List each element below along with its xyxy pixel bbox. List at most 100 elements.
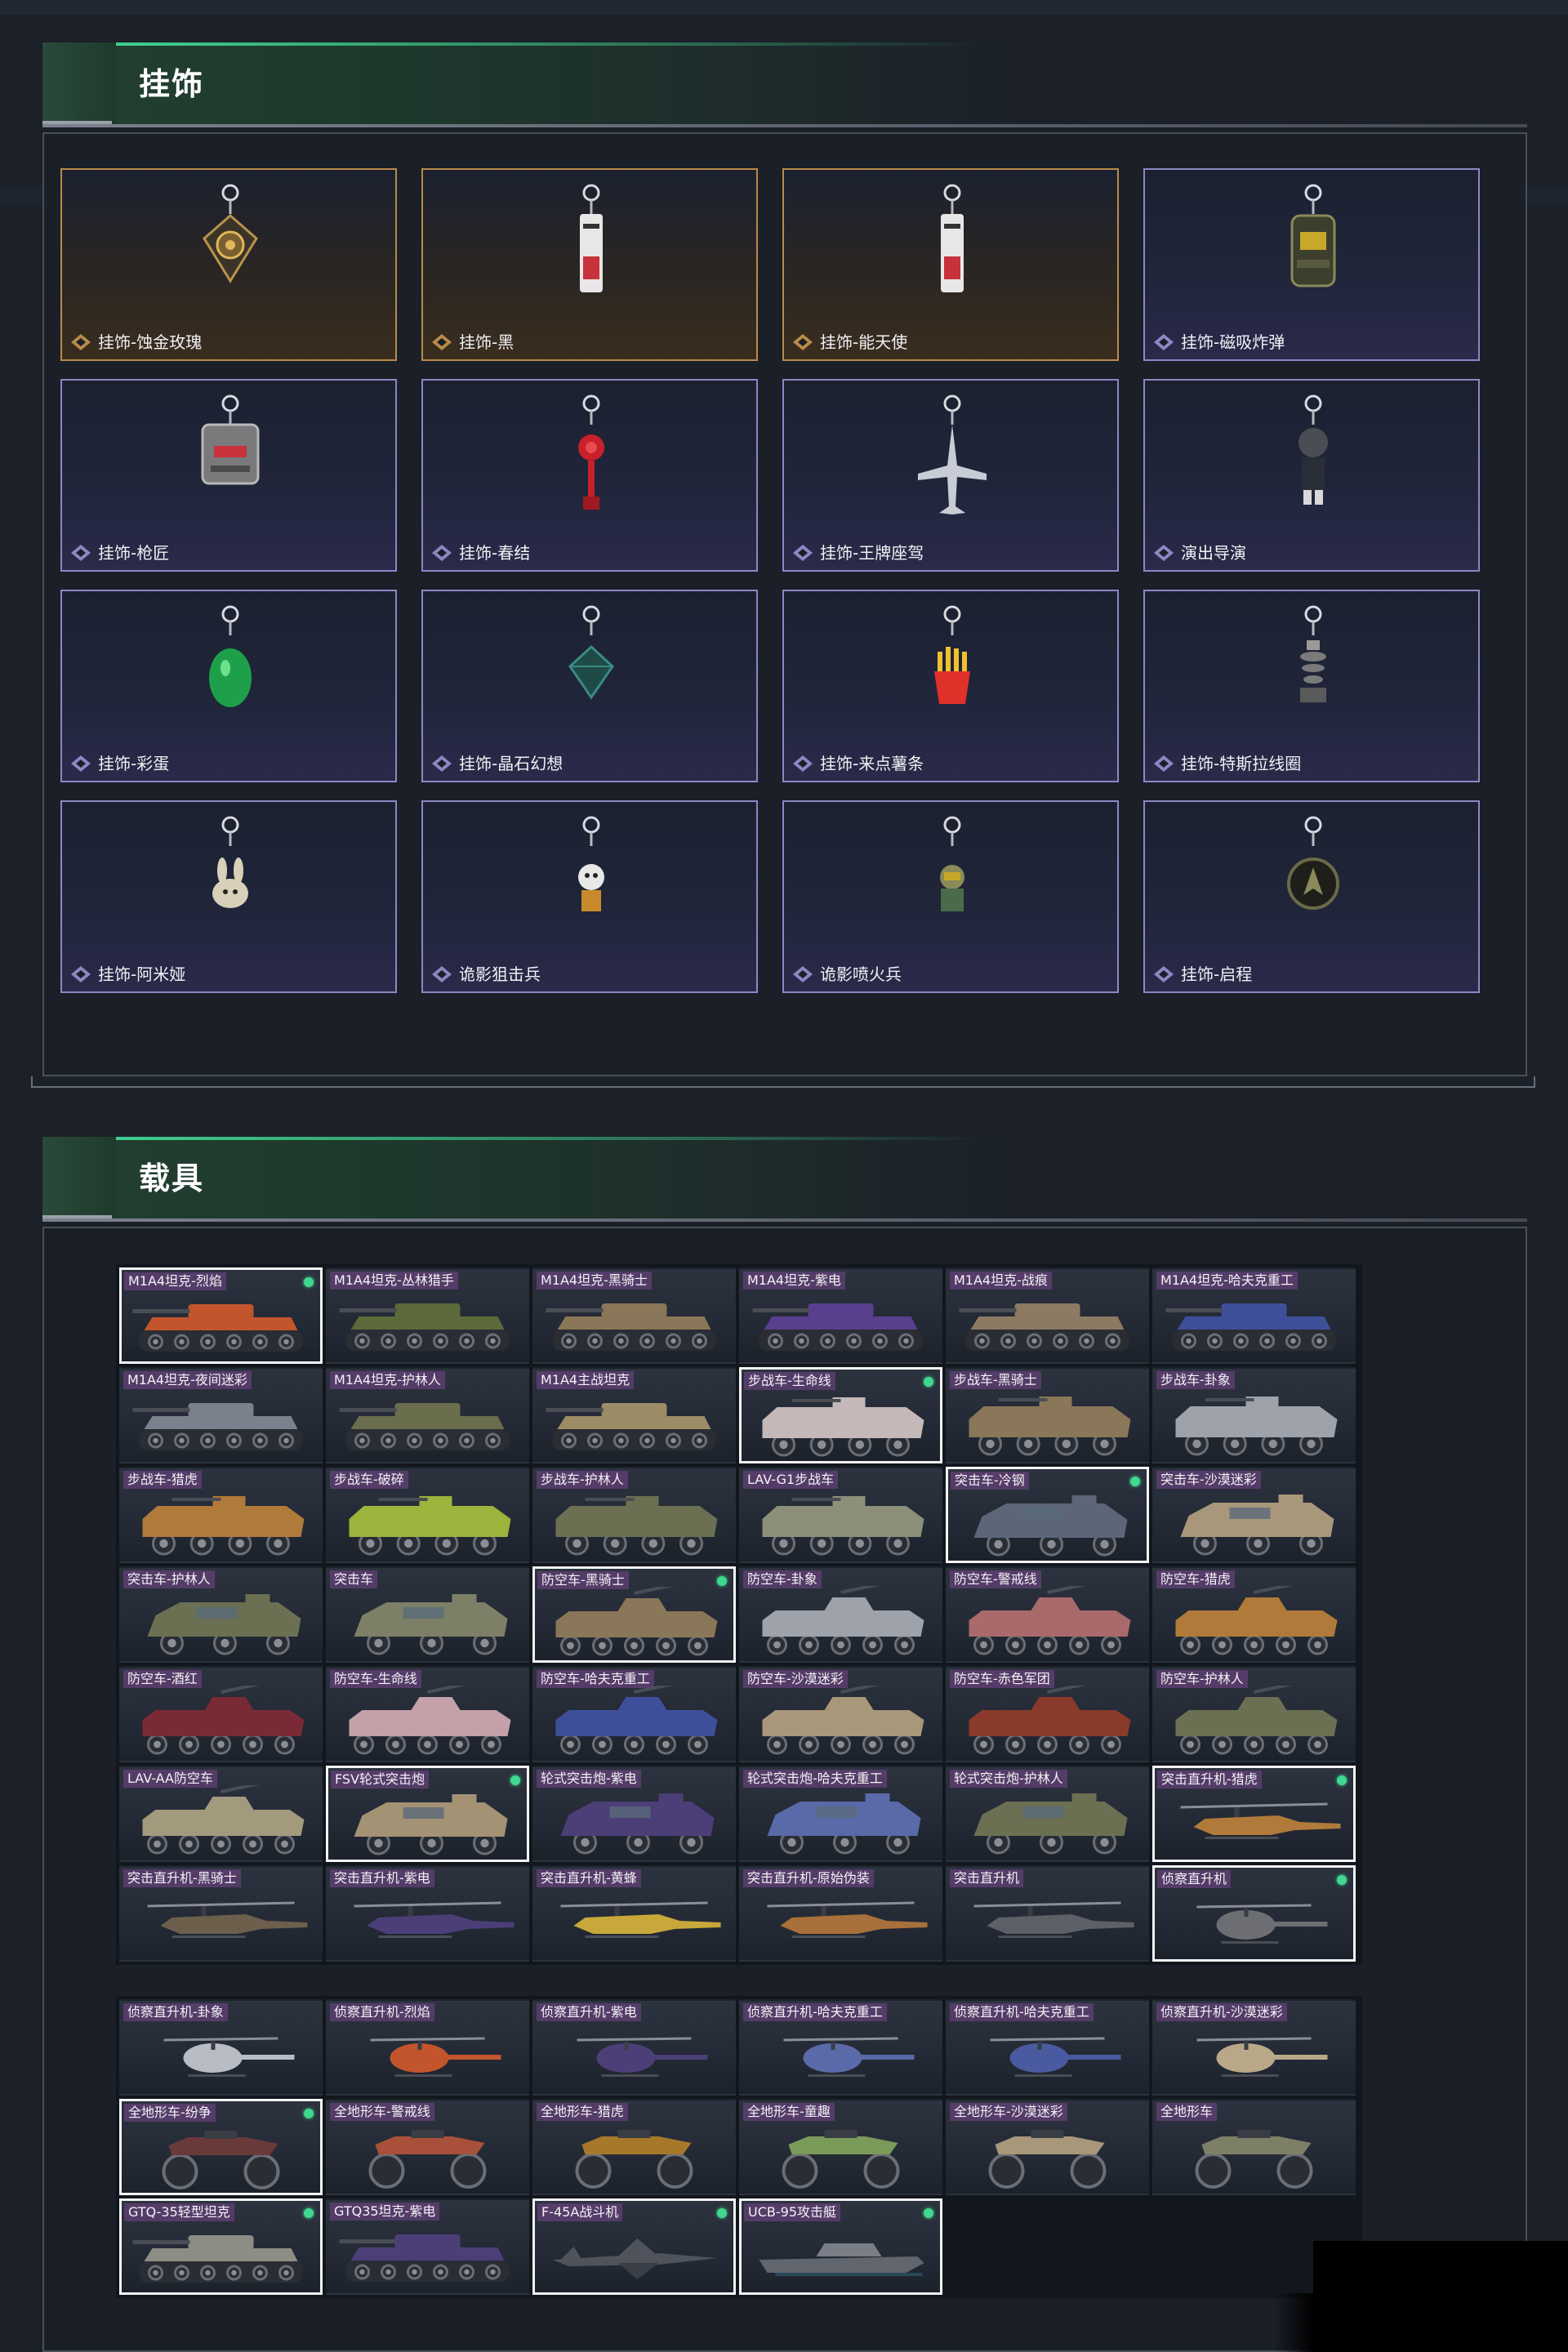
vehicle-card[interactable]: F-45A战斗机 bbox=[532, 2198, 736, 2295]
vehicle-card[interactable]: 步战车-生命线 bbox=[739, 1367, 942, 1463]
charm-card[interactable]: 挂饰-黑 bbox=[421, 168, 758, 361]
vehicle-card[interactable]: 侦察直升机 bbox=[1152, 1865, 1356, 1962]
vehicle-card[interactable]: M1A4坦克-烈焰 bbox=[119, 1267, 323, 1364]
bunny-charm-icon bbox=[212, 816, 248, 908]
charm-card[interactable]: 演出导演 bbox=[1143, 379, 1480, 572]
vehicle-card[interactable]: 侦察直升机-卦象 bbox=[119, 1999, 323, 2096]
vehicle-label: 轮式突击炮-紫电 bbox=[537, 1770, 641, 1788]
vehicle-card[interactable]: M1A4坦克-紫电 bbox=[739, 1267, 942, 1364]
vehicle-card[interactable]: 防空车-哈夫克重工 bbox=[532, 1666, 736, 1762]
vehicle-card[interactable]: M1A4坦克-黑骑士 bbox=[532, 1267, 736, 1364]
egg-charm-icon bbox=[209, 605, 252, 707]
vehicle-label: 突击直升机-原始伪装 bbox=[743, 1869, 874, 1887]
vehicle-card[interactable]: 突击直升机-原始伪装 bbox=[739, 1865, 942, 1962]
vehicle-label: 突击直升机-黑骑士 bbox=[123, 1869, 241, 1887]
vehicle-card[interactable]: 侦察直升机-紫电 bbox=[532, 1999, 736, 2096]
rarity-diamond-icon bbox=[432, 966, 452, 982]
vehicle-card[interactable]: 防空车-护林人 bbox=[1152, 1666, 1356, 1762]
vehicle-card[interactable]: M1A4坦克-夜间迷彩 bbox=[119, 1367, 323, 1463]
vehicle-card[interactable]: M1A4坦克-哈夫克重工 bbox=[1152, 1267, 1356, 1364]
vehicle-label: M1A4坦克-夜间迷彩 bbox=[123, 1371, 252, 1389]
charm-card[interactable]: 挂饰-彩蛋 bbox=[60, 590, 397, 782]
vehicle-card[interactable]: 步战车-卦象 bbox=[1152, 1367, 1356, 1463]
charm-card[interactable]: 挂饰-王牌座驾 bbox=[782, 379, 1119, 572]
vehicle-card[interactable]: 全地形车-沙漠迷彩 bbox=[946, 2099, 1149, 2195]
vehicle-label: M1A4坦克-护林人 bbox=[330, 1371, 445, 1389]
vehicle-card[interactable]: M1A4坦克-丛林猎手 bbox=[326, 1267, 529, 1364]
charm-card[interactable]: 挂饰-来点薯条 bbox=[782, 590, 1119, 782]
ifv-vehicle-icon bbox=[1175, 1396, 1338, 1456]
jet-vehicle-icon bbox=[552, 2238, 718, 2279]
atv-vehicle-icon bbox=[1195, 2130, 1313, 2189]
vehicle-card[interactable]: 防空车-生命线 bbox=[326, 1666, 529, 1762]
ifv-vehicle-icon bbox=[349, 1496, 511, 1556]
vehicle-card[interactable]: 步战车-猎虎 bbox=[119, 1467, 323, 1563]
vehicle-card[interactable]: 侦察直升机-烈焰 bbox=[326, 1999, 529, 2096]
vehicle-card[interactable]: 防空车-黑骑士 bbox=[532, 1566, 736, 1663]
charm-card[interactable]: 挂饰-特斯拉线圈 bbox=[1143, 590, 1480, 782]
vehicle-card[interactable]: 侦察直升机-哈夫克重工 bbox=[739, 1999, 942, 2096]
vehicle-card[interactable]: 突击车 bbox=[326, 1566, 529, 1663]
vehicle-card[interactable]: 侦察直升机-哈夫克重工 bbox=[946, 1999, 1149, 2096]
heli-vehicle-icon bbox=[147, 1901, 308, 1938]
vehicle-card[interactable]: 防空车-酒红 bbox=[119, 1666, 323, 1762]
vehicle-card[interactable]: FSV轮式突击炮 bbox=[326, 1766, 529, 1862]
vehicle-card[interactable]: 防空车-猎虎 bbox=[1152, 1566, 1356, 1663]
ifv-vehicle-icon bbox=[762, 1397, 924, 1457]
vehicle-label: 防空车-猎虎 bbox=[1156, 1570, 1235, 1588]
charm-label: 挂饰-启程 bbox=[1181, 964, 1253, 984]
charm-card[interactable]: 挂饰-枪匠 bbox=[60, 379, 397, 572]
vehicle-card[interactable]: 突击直升机 bbox=[946, 1865, 1149, 1962]
vehicle-card[interactable]: 突击直升机-猎虎 bbox=[1152, 1766, 1356, 1862]
ifv-vehicle-icon bbox=[762, 1496, 924, 1556]
charm-card[interactable]: 挂饰-磁吸炸弹 bbox=[1143, 168, 1480, 361]
vehicle-label: 防空车-哈夫克重工 bbox=[537, 1670, 654, 1688]
vehicle-card[interactable]: 全地形车-猎虎 bbox=[532, 2099, 736, 2195]
vehicle-card[interactable]: M1A4坦克-战痕 bbox=[946, 1267, 1149, 1364]
vehicle-card[interactable]: 全地形车 bbox=[1152, 2099, 1356, 2195]
vehicle-card[interactable]: 突击车-护林人 bbox=[119, 1566, 323, 1663]
vehicle-card[interactable]: GTQ-35轻型坦克 bbox=[119, 2198, 323, 2295]
vehicle-label: 突击车-护林人 bbox=[123, 1570, 215, 1588]
vehicle-card[interactable]: 突击车-冷钢 bbox=[946, 1467, 1149, 1563]
charm-card[interactable]: 挂饰-蚀金玫瑰 bbox=[60, 168, 397, 361]
vehicle-card[interactable]: 步战车-护林人 bbox=[532, 1467, 736, 1563]
charm-card[interactable]: 挂饰-启程 bbox=[1143, 800, 1480, 993]
vehicle-card[interactable]: 突击车-沙漠迷彩 bbox=[1152, 1467, 1356, 1563]
vehicle-card[interactable]: 轮式突击炮-哈夫克重工 bbox=[739, 1766, 942, 1862]
vehicle-card[interactable]: 步战车-黑骑士 bbox=[946, 1367, 1149, 1463]
vehicle-card[interactable]: 防空车-卦象 bbox=[739, 1566, 942, 1663]
vehicle-card[interactable]: M1A4坦克-护林人 bbox=[326, 1367, 529, 1463]
vehicle-label: 防空车-护林人 bbox=[1156, 1670, 1248, 1688]
vehicle-card[interactable]: LAV-G1步战车 bbox=[739, 1467, 942, 1563]
vehicle-card[interactable]: M1A4主战坦克 bbox=[532, 1367, 736, 1463]
charm-card[interactable]: 挂饰-阿米娅 bbox=[60, 800, 397, 993]
vehicle-card[interactable]: 突击直升机-紫电 bbox=[326, 1865, 529, 1962]
header-rule bbox=[42, 124, 1527, 127]
rarity-diamond-icon bbox=[793, 545, 813, 561]
aa-vehicle-icon bbox=[142, 1785, 305, 1855]
vehicle-card[interactable]: UCB-95攻击艇 bbox=[739, 2198, 942, 2295]
vehicle-card[interactable]: 防空车-警戒线 bbox=[946, 1566, 1149, 1663]
vehicle-card[interactable]: 防空车-赤色军团 bbox=[946, 1666, 1149, 1762]
heli-vehicle-icon bbox=[767, 1901, 928, 1938]
vehicle-card[interactable]: LAV-AA防空车 bbox=[119, 1766, 323, 1862]
charm-card[interactable]: 挂饰-春结 bbox=[421, 379, 758, 572]
vehicle-card[interactable]: 步战车-破碎 bbox=[326, 1467, 529, 1563]
vehicle-card[interactable]: 突击直升机-黑骑士 bbox=[119, 1865, 323, 1962]
charm-card[interactable]: 诡影喷火兵 bbox=[782, 800, 1119, 993]
vehicle-card[interactable]: 突击直升机-黄蜂 bbox=[532, 1865, 736, 1962]
charm-card[interactable]: 挂饰-能天使 bbox=[782, 168, 1119, 361]
vehicle-card[interactable]: 轮式突击炮-护林人 bbox=[946, 1766, 1149, 1862]
charm-card[interactable]: 挂饰-晶石幻想 bbox=[421, 590, 758, 782]
medal-charm-icon bbox=[1287, 816, 1339, 910]
vehicle-card[interactable]: 轮式突击炮-紫电 bbox=[532, 1766, 736, 1862]
vehicle-card[interactable]: 全地形车-童趣 bbox=[739, 2099, 942, 2195]
vehicle-card[interactable]: 防空车-沙漠迷彩 bbox=[739, 1666, 942, 1762]
tank-vehicle-icon bbox=[959, 1303, 1129, 1351]
charm-card[interactable]: 诡影狙击兵 bbox=[421, 800, 758, 993]
vehicle-card[interactable]: 侦察直升机-沙漠迷彩 bbox=[1152, 1999, 1356, 2096]
vehicle-card[interactable]: 全地形车-纷争 bbox=[119, 2099, 323, 2195]
vehicle-card[interactable]: 全地形车-警戒线 bbox=[326, 2099, 529, 2195]
vehicle-card[interactable]: GTQ35坦克-紫电 bbox=[326, 2198, 529, 2295]
